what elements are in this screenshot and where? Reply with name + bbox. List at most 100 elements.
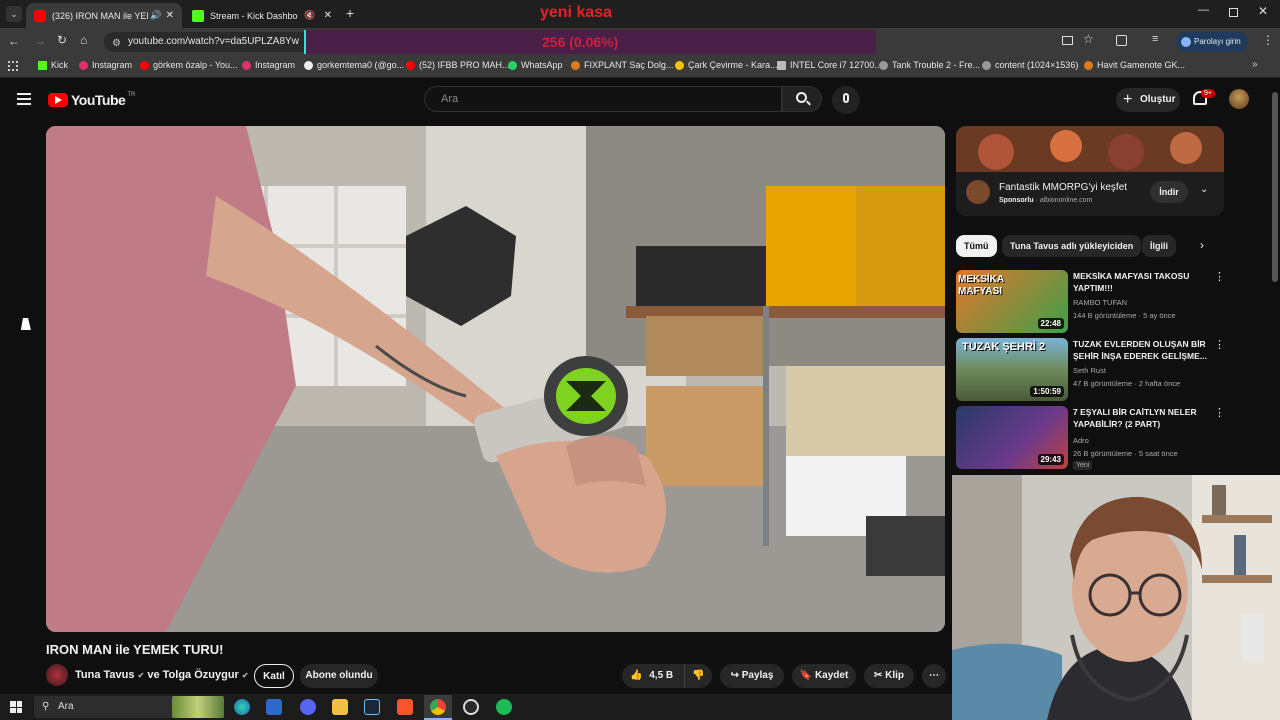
list-item[interactable]: MEKSİKA MAFYASI 22:48 MEKSİKA MAFYASI TA…	[956, 270, 1226, 334]
bookmark-content[interactable]: content (1024×1536)	[982, 60, 1078, 70]
voice-search-button[interactable]	[832, 86, 860, 114]
chip-from-uploader[interactable]: Tuna Tavus adlı yükleyiciden	[1002, 235, 1142, 257]
tab-audio-icon[interactable]: 🔊	[150, 10, 161, 21]
edge-icon[interactable]	[234, 699, 250, 715]
collab-channel-name[interactable]: Tolga Özuygur	[163, 669, 239, 681]
kick-icon	[38, 60, 47, 70]
save-button[interactable]: 🔖 Kaydet	[792, 664, 856, 688]
video-thumbnail[interactable]: MEKSİKA MAFYASI 22:48	[956, 270, 1068, 333]
scissors-icon: ✂	[873, 670, 883, 681]
sponsored-ad-card[interactable]: Fantastik MMORPG'yi keşfet Sponsorlu · a…	[956, 126, 1224, 216]
media-control-icon[interactable]: ≡	[1152, 33, 1158, 45]
taskbar-search-input[interactable]: ⚲ Ara	[34, 696, 224, 718]
chevron-down-icon[interactable]: ⌄	[1200, 184, 1208, 195]
video-stats: 47 B görüntüleme · 2 hafta önce	[1073, 379, 1181, 388]
obs-icon[interactable]	[463, 699, 479, 715]
clip-button[interactable]: ✂ Klip	[864, 664, 914, 688]
tab-close-icon[interactable]: ✕	[324, 10, 332, 21]
ad-install-button[interactable]: İndir	[1150, 181, 1188, 203]
create-button[interactable]: + Oluştur	[1116, 88, 1180, 112]
page-scrollbar[interactable]	[1272, 92, 1278, 282]
menu-kebab-icon[interactable]: ⋮	[1262, 33, 1274, 47]
bookmark-havit[interactable]: Havit Gamenote GK...	[1084, 60, 1185, 70]
video-frame-image	[46, 126, 945, 632]
bookmark-fixplant[interactable]: FIXPLANT Saç Dolg...	[571, 60, 673, 70]
reload-icon[interactable]: ↻	[57, 33, 67, 47]
video-title: IRON MAN ile YEMEK TURU!	[46, 642, 224, 657]
start-windows-icon[interactable]	[10, 701, 22, 713]
list-item[interactable]: 29:43 7 EŞYALI BİR CAİTLYN NELER YAPABİL…	[956, 406, 1226, 470]
channel-name-line[interactable]: Tuna Tavus ✔ ve Tolga Özuygur ✔	[75, 669, 249, 681]
share-button[interactable]: ↪ Paylaş	[720, 664, 784, 688]
join-button[interactable]: Katıl	[254, 664, 294, 688]
site-info-icon[interactable]: ⚙	[112, 34, 121, 54]
bookmark-instagram-2[interactable]: Instagram	[242, 60, 295, 70]
minimize-button[interactable]: —	[1198, 4, 1209, 16]
more-bookmarks-icon[interactable]: »	[1252, 59, 1258, 70]
bookmark-intel[interactable]: INTEL Core i7 12700...	[777, 60, 882, 70]
bookmark-kick[interactable]: Kick	[38, 60, 68, 70]
bookmark-tiktok[interactable]: gorkemtema0 (@go...	[304, 60, 404, 70]
chip-related[interactable]: İlgili	[1142, 235, 1176, 257]
bookmark-tank-trouble[interactable]: Tank Trouble 2 - Fre...	[879, 60, 980, 70]
file-explorer-icon[interactable]	[332, 699, 348, 715]
subscribed-button[interactable]: Abone olundu	[300, 664, 378, 688]
bookmark-ifbb[interactable]: (52) IFBB PRO MAH...	[406, 60, 510, 70]
save-label: Kaydet	[814, 670, 849, 681]
chip-all[interactable]: Tümü	[956, 235, 997, 257]
video-duration: 22:48	[1037, 318, 1064, 329]
browser-tab-bar: ⌄ (326) IRON MAN ile YEMEK 🔊 ✕ Stream - …	[0, 0, 1280, 28]
discord-icon[interactable]	[300, 699, 316, 715]
profile-button[interactable]: Parolayı girin	[1176, 32, 1248, 52]
apps-grid-icon[interactable]	[8, 61, 18, 71]
chrome-icon[interactable]	[430, 699, 446, 715]
steam-icon[interactable]	[364, 699, 380, 715]
brave-icon[interactable]	[397, 699, 413, 715]
tab-kick-dashboard[interactable]: Stream - Kick Dashboard 🔇 ✕	[184, 3, 340, 28]
hamburger-menu-icon[interactable]	[17, 93, 31, 105]
new-tab-button[interactable]: +	[346, 5, 354, 21]
bookmark-youtube-gorkem[interactable]: görkem özalp - You...	[140, 60, 238, 70]
more-actions-button[interactable]: ⋯	[922, 664, 946, 688]
search-button[interactable]	[782, 86, 822, 112]
chevron-right-icon[interactable]: ›	[1200, 238, 1204, 252]
list-item[interactable]: TUZAK ŞEHRİ 2 1:50:59 TUZAK EVLERDEN OLU…	[956, 338, 1226, 402]
bookmark-instagram[interactable]: Instagram	[79, 60, 132, 70]
install-app-icon[interactable]	[1062, 36, 1073, 45]
video-thumbnail[interactable]: TUZAK ŞEHRİ 2 1:50:59	[956, 338, 1068, 401]
youtube-logo[interactable]: YouTube TR	[48, 92, 135, 108]
ad-title: Fantastik MMORPG'yi keşfet	[999, 182, 1128, 193]
video-stats: 144 B görüntüleme · 5 ay önce	[1073, 311, 1176, 320]
dislike-button[interactable]: 👎	[684, 664, 712, 688]
close-window-button[interactable]: ✕	[1258, 4, 1268, 18]
video-player[interactable]	[46, 126, 945, 632]
like-button[interactable]: 👍 4,5 B	[622, 664, 684, 688]
forward-icon[interactable]: →	[34, 34, 46, 48]
channel-name: Adro	[1073, 436, 1089, 445]
back-icon[interactable]: ←	[8, 34, 20, 48]
restore-button[interactable]	[1229, 8, 1238, 17]
more-options-icon[interactable]: ⋮	[1214, 338, 1225, 351]
url-text: youtube.com/watch?v=da5UPLZA8Yw	[128, 36, 299, 47]
search-input[interactable]: Ara	[424, 86, 782, 112]
url-field[interactable]: ⚙ youtube.com/watch?v=da5UPLZA8Yw	[104, 32, 304, 52]
extensions-icon[interactable]	[1116, 35, 1127, 46]
bookmark-whatsapp[interactable]: WhatsApp	[508, 60, 563, 70]
tab-close-icon[interactable]: ✕	[166, 10, 174, 21]
store-icon[interactable]	[266, 699, 282, 715]
channel-name[interactable]: Tuna Tavus	[75, 669, 135, 681]
bookmark-cark[interactable]: Çark Çevirme - Kara...	[675, 60, 778, 70]
account-avatar[interactable]	[1229, 89, 1249, 109]
globe-icon	[879, 60, 888, 70]
bookmark-star-icon[interactable]: ☆	[1083, 32, 1094, 46]
more-options-icon[interactable]: ⋮	[1214, 406, 1225, 419]
channel-avatar[interactable]	[46, 664, 68, 686]
spotify-icon[interactable]	[496, 699, 512, 715]
more-options-icon[interactable]: ⋮	[1214, 270, 1225, 283]
tab-youtube[interactable]: (326) IRON MAN ile YEMEK 🔊 ✕	[26, 3, 182, 28]
home-icon[interactable]: ⌂	[80, 33, 87, 47]
tab-muted-icon[interactable]: 🔇	[304, 10, 315, 21]
tab-list-button[interactable]: ⌄	[6, 6, 22, 22]
fixplant-icon	[571, 60, 580, 70]
video-thumbnail[interactable]: 29:43	[956, 406, 1068, 469]
